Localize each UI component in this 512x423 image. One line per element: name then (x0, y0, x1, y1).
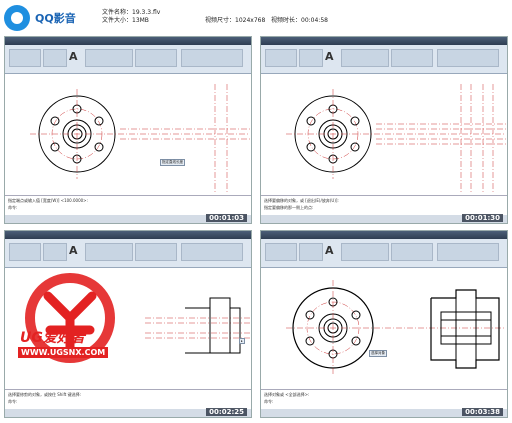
status-bar: 00:01:30 (261, 214, 507, 223)
timestamp: 00:03:38 (462, 408, 503, 416)
file-size-label: 文件大小： (102, 17, 133, 24)
cad-titlebar (261, 231, 507, 239)
thumbnail-1[interactable]: A 指定直线长度 指定端点或输入值 [宽度(W)] <100.0000>: 命令… (4, 36, 252, 224)
flange-drawing (286, 84, 506, 192)
command-line[interactable]: 选择要偏移的对象，或 [退出(E)/放弃(U)]: 指定要偏移的那一侧上的点: (261, 195, 507, 215)
command-line[interactable]: 选择对象或 <全部选择>: 命令: (261, 389, 507, 409)
file-info-left: 文件名称：19.3.3.flv 文件大小：13MB (102, 9, 160, 25)
command-history-line: 指定端点或输入值 [宽度(W)] <100.0000>: (8, 198, 88, 203)
dynamic-input-tooltip: ▸ (239, 338, 245, 344)
cad-canvas[interactable]: 指定直线长度 (5, 74, 251, 197)
file-info-right: 视频尺寸：1024x768 视频时长：00:04:58 (205, 17, 328, 25)
command-prompt: 命令: (8, 205, 18, 210)
flange-drawing (286, 280, 506, 376)
video-size-label: 视频尺寸： (205, 17, 236, 24)
duration: 00:04:58 (301, 17, 328, 24)
timestamp: 00:01:30 (462, 214, 503, 222)
thumbnail-4[interactable]: A 选择对象 选择对象或 <全部选择>: 命令: 00:03:38 (260, 230, 508, 418)
duration-label: 视频时长： (271, 17, 302, 24)
file-size: 13MB (132, 17, 149, 24)
cad-ribbon: A (261, 239, 507, 268)
cad-titlebar (5, 37, 251, 45)
dynamic-input-tooltip: 指定直线长度 (160, 159, 185, 166)
timestamp: 00:01:03 (206, 214, 247, 222)
qq-player-logo-icon (4, 5, 30, 31)
dynamic-input-tooltip: 选择对象 (369, 350, 387, 357)
status-bar: 00:01:03 (5, 214, 251, 223)
cad-ribbon: A (261, 45, 507, 74)
command-history-line: 选择要偏移的对象，或 [退出(E)/放弃(U)]: (264, 198, 339, 203)
timestamp: 00:02:25 (206, 408, 247, 416)
thumbnail-2[interactable]: A 选择要偏移的对象，或 [退出(E)/放弃(U)]: 指定要偏移的那一侧上的点… (260, 36, 508, 224)
file-name: 19.3.3.flv (132, 9, 161, 16)
flange-drawing (30, 84, 250, 192)
video-size: 1024x768 (235, 17, 266, 24)
file-name-label: 文件名称： (102, 9, 133, 16)
command-prompt: 指定要偏移的那一侧上的点: (264, 205, 314, 210)
app-name: QQ影音 (35, 12, 76, 25)
cad-canvas[interactable]: 选择对象 (261, 268, 507, 391)
header: QQ影音 文件名称：19.3.3.flv 文件大小：13MB 视频尺寸：1024… (0, 0, 512, 36)
command-line[interactable]: 指定端点或输入值 [宽度(W)] <100.0000>: 命令: (5, 195, 251, 215)
cad-titlebar (261, 37, 507, 45)
command-history-line: 选择对象或 <全部选择>: (264, 392, 310, 397)
watermark-text: UG爱好者 (20, 330, 85, 346)
command-prompt: 命令: (264, 399, 274, 404)
status-bar: 00:03:38 (261, 408, 507, 417)
cad-ribbon: A (5, 45, 251, 74)
watermark-url: WWW.UGSNX.COM (18, 347, 109, 358)
cad-canvas[interactable] (261, 74, 507, 197)
cad-titlebar (5, 231, 251, 239)
